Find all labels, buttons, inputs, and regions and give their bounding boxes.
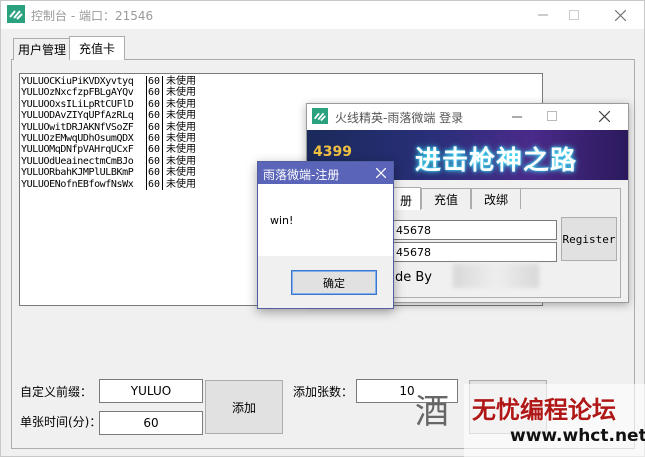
column-separator — [146, 144, 147, 156]
card-status: 未使用 — [166, 167, 196, 179]
card-minutes: 60 — [148, 155, 161, 167]
message-dialog: 雨落微端-注册 win! 确定 — [257, 161, 394, 309]
column-separator — [162, 155, 163, 168]
column-separator — [162, 167, 163, 179]
card-status: 未使用 — [166, 178, 196, 190]
column-separator — [146, 76, 147, 88]
column-separator — [162, 76, 163, 88]
login-field-2[interactable]: 45678 — [371, 242, 557, 262]
card-code: YULUOOxsILiLpRtCUFlD — [21, 98, 134, 110]
tab-user-management[interactable]: 用户管理 — [13, 38, 71, 60]
count-label: 添加张数： — [293, 385, 354, 399]
watermark: 酒 无忧编程论坛 www.whct.net — [410, 384, 645, 457]
blurred-author — [453, 264, 539, 288]
dialog-titlebar: 雨落微端-注册 — [258, 162, 393, 184]
column-separator — [146, 155, 147, 168]
prefix-input[interactable]: YULUO — [99, 379, 203, 403]
column-separator — [146, 132, 147, 145]
card-minutes: 60 — [148, 76, 161, 87]
column-separator — [162, 178, 163, 190]
time-input[interactable]: 60 — [99, 411, 203, 435]
time-label: 单张时间(分)： — [20, 415, 102, 429]
dialog-message: win! — [270, 214, 294, 227]
card-minutes: 60 — [148, 98, 161, 110]
login-app-icon — [312, 108, 328, 124]
login-minimize-icon[interactable] — [512, 112, 522, 122]
card-status: 未使用 — [166, 110, 196, 122]
banner-brand: 4399 — [313, 144, 352, 160]
card-status: 未使用 — [166, 155, 196, 167]
minimize-icon — [538, 14, 548, 16]
column-separator — [162, 110, 163, 122]
watermark-char: 酒 — [415, 392, 449, 432]
banner-title: 进击枪神之路 — [415, 146, 578, 176]
login-tab-rebind[interactable]: 改绑 — [471, 188, 521, 209]
card-code: YULUOzNxcfzpFBLgAYQv — [21, 87, 134, 99]
card-code: YULUOwitDRJAKNfVSoZF — [21, 121, 134, 133]
login-titlebar: 火线精英-雨落微端 登录 — [307, 104, 628, 130]
login-title: 火线精英-雨落微端 登录 — [335, 111, 464, 125]
column-separator — [146, 87, 147, 99]
maximize-button[interactable] — [557, 1, 591, 29]
card-code: YULUORbahKJMPlULBKmP — [21, 167, 134, 179]
card-status: 未使用 — [166, 98, 196, 110]
card-code: YULUOENofnEBfowfNsWx — [21, 178, 134, 190]
column-separator — [162, 144, 163, 156]
register-button[interactable]: Register — [561, 217, 617, 261]
login-field-1[interactable]: 45678 — [371, 220, 557, 240]
window-title: 控制台 - 端口：21546 — [31, 9, 154, 23]
card-status: 未使用 — [166, 132, 196, 144]
tab-recharge-card[interactable]: 充值卡 — [69, 36, 125, 60]
dialog-title: 雨落微端-注册 — [263, 168, 340, 182]
made-by-text: de By — [395, 270, 432, 285]
login-maximize-icon[interactable] — [547, 111, 557, 121]
column-separator — [146, 167, 147, 179]
card-code: YULUODAvZIYqUPfAzRLq — [21, 110, 134, 122]
prefix-label: 自定义前缀： — [20, 385, 93, 399]
column-separator — [146, 178, 147, 190]
card-code: YULUOMqDNfpVAHrqUCxF — [21, 144, 134, 156]
card-minutes: 60 — [148, 178, 161, 190]
dialog-ok-button[interactable]: 确定 — [291, 270, 377, 295]
column-separator — [146, 110, 147, 122]
card-row[interactable]: YULUOCKiuPiKVDXyvtyq 60 未使用 — [21, 76, 542, 88]
login-tab-recharge[interactable]: 充值 — [421, 188, 471, 209]
card-minutes: 60 — [148, 121, 161, 133]
column-separator — [162, 87, 163, 99]
card-minutes: 60 — [148, 87, 161, 99]
dialog-body: win! — [258, 184, 393, 256]
maximize-icon — [569, 10, 579, 20]
card-code: YULUOCKiuPiKVDXyvtyq — [21, 76, 134, 87]
add-button[interactable]: 添加 — [205, 380, 283, 434]
main-titlebar: 控制台 - 端口：21546 — [1, 1, 644, 29]
login-close-icon[interactable] — [599, 111, 610, 122]
card-code: YULUOdUeainectmCmBJo — [21, 155, 134, 167]
close-button[interactable] — [603, 1, 637, 29]
card-minutes: 60 — [148, 144, 161, 156]
watermark-title: 无忧编程论坛 — [472, 396, 616, 424]
card-minutes: 60 — [148, 110, 161, 122]
card-status: 未使用 — [166, 87, 196, 99]
column-separator — [146, 98, 147, 111]
card-status: 未使用 — [166, 144, 196, 156]
dialog-close-icon[interactable] — [376, 168, 386, 178]
card-status: 未使用 — [166, 76, 196, 87]
watermark-url: www.whct.net — [510, 426, 645, 446]
card-minutes: 60 — [148, 132, 161, 144]
card-row[interactable]: YULUOzNxcfzpFBLgAYQv 60 未使用 — [21, 87, 542, 99]
close-icon — [614, 9, 626, 21]
column-separator — [162, 98, 163, 111]
minimize-button[interactable] — [526, 1, 560, 29]
card-code: YULUOzEMwqUDhOsumQDX — [21, 132, 134, 144]
column-separator — [146, 121, 147, 133]
column-separator — [162, 132, 163, 145]
card-minutes: 60 — [148, 167, 161, 179]
app-icon — [7, 5, 25, 23]
column-separator — [162, 121, 163, 133]
card-status: 未使用 — [166, 121, 196, 133]
